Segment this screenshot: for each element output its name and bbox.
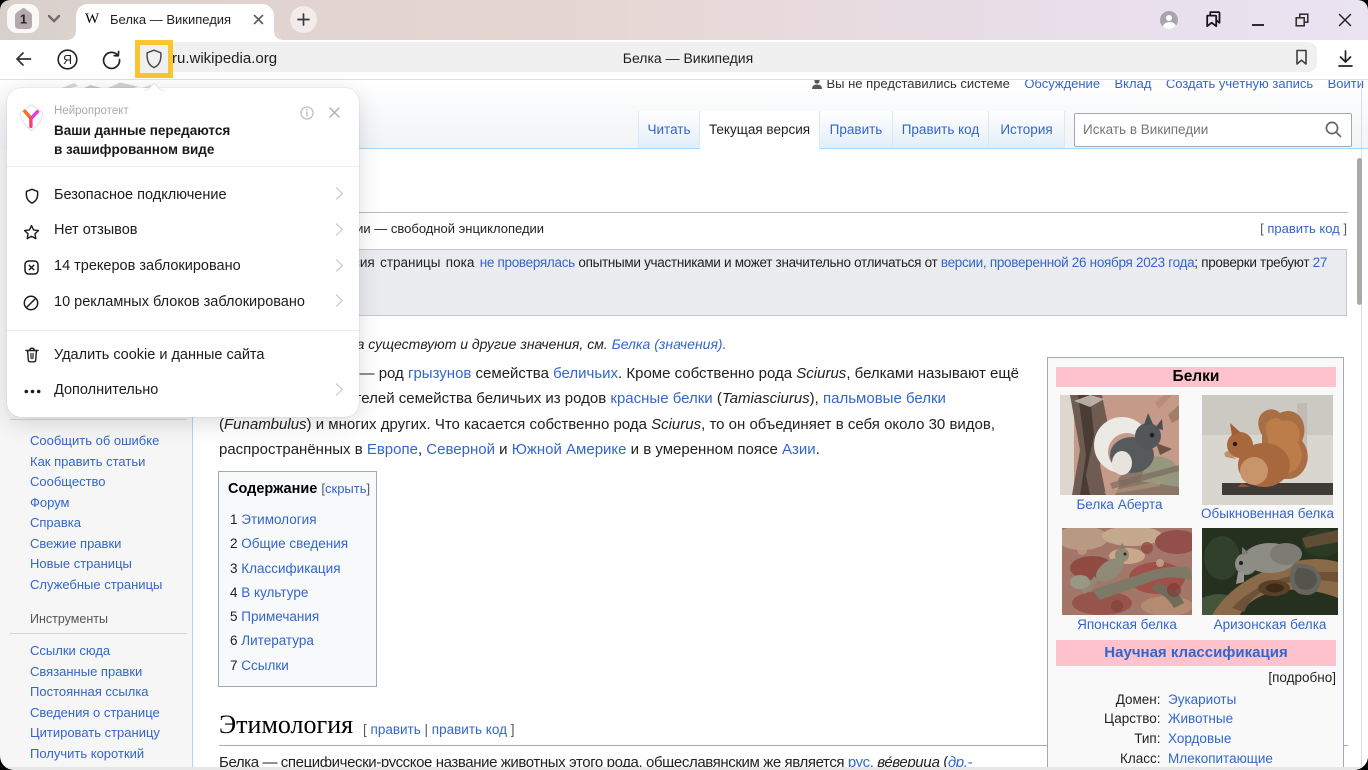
- svg-text:Я: Я: [63, 53, 72, 67]
- svg-text:1: 1: [20, 12, 27, 27]
